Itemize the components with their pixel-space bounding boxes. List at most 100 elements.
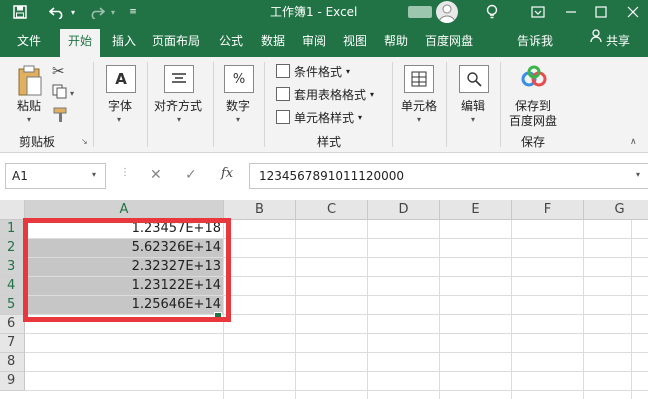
close-icon[interactable]	[622, 0, 644, 24]
column-header-f[interactable]: F	[512, 200, 584, 220]
search-icon[interactable]	[459, 65, 489, 93]
ribbon-divider	[264, 62, 265, 147]
redo-dropdown-icon[interactable]: ▾	[108, 0, 118, 24]
maximize-icon[interactable]	[590, 0, 612, 24]
font-dropdown-icon[interactable]: ▾	[117, 115, 121, 124]
lightbulb-icon[interactable]	[482, 0, 502, 24]
formula-bar: A1 ▾ ⋮ ✕ ✓ fx 1234567891011120000 ▾	[0, 153, 648, 198]
conditional-formatting-button[interactable]: 条件格式 ▾	[276, 62, 350, 80]
ribbon-divider	[147, 62, 148, 147]
column-header-e[interactable]: E	[440, 200, 512, 220]
tab-formulas[interactable]: 公式	[219, 32, 243, 49]
tab-review[interactable]: 审阅	[302, 32, 326, 49]
column-header-a[interactable]: A	[25, 200, 224, 220]
insert-function-icon[interactable]: fx	[221, 166, 233, 181]
copy-dropdown-icon[interactable]: ▾	[70, 89, 74, 98]
column-header-g[interactable]: G	[584, 200, 648, 220]
tab-file[interactable]: 文件	[17, 32, 41, 49]
save-icon[interactable]	[10, 0, 30, 24]
dialog-launcher-icon[interactable]: ↘	[81, 137, 88, 146]
column-header-d[interactable]: D	[368, 200, 440, 220]
tab-baidu-netdisk[interactable]: 百度网盘	[425, 32, 473, 49]
cells-icon[interactable]	[404, 65, 434, 93]
clipboard-group-label: 剪贴板	[19, 135, 56, 149]
name-box-value: A1	[12, 169, 28, 183]
ribbon-home: 粘贴 ▾ ✂ ▾ 剪贴板 ↘ A 字体 ▾ 对齐方式 ▾ % 数字 ▾ 条件格式…	[0, 57, 648, 153]
styles-group-label: 样式	[317, 135, 342, 149]
expand-formula-bar-icon[interactable]: ▾	[636, 170, 640, 179]
ribbon-tabs: 文件 开始 插入 页面布局 公式 数据 审阅 视图 帮助 百度网盘 告诉我 共享	[0, 24, 648, 57]
number-button[interactable]: 数字	[226, 97, 250, 114]
row-header-8[interactable]: 8	[0, 353, 25, 372]
ribbon-display-icon[interactable]	[528, 0, 548, 24]
tab-insert[interactable]: 插入	[112, 32, 136, 49]
row-header-6[interactable]: 6	[0, 315, 25, 334]
undo-dropdown-icon[interactable]: ▾	[68, 0, 78, 24]
format-as-table-label: 套用表格格式	[294, 87, 367, 102]
minimize-icon[interactable]	[560, 0, 582, 24]
chevron-down-icon: ▾	[358, 112, 363, 122]
title-bar: ▾ ▾ ≡ 工作簿1 - Excel	[0, 0, 648, 24]
column-header-b[interactable]: B	[224, 200, 296, 220]
share-icon[interactable]	[590, 29, 604, 47]
save-to-baidu-label: 百度网盘	[509, 114, 558, 128]
share-button[interactable]: 共享	[606, 32, 630, 49]
column-header-c[interactable]: C	[296, 200, 368, 220]
cell-styles-button[interactable]: 单元格样式 ▾	[276, 108, 362, 126]
conditional-formatting-icon	[276, 64, 290, 78]
font-icon[interactable]: A	[106, 65, 136, 93]
font-button[interactable]: 字体	[108, 97, 132, 114]
redo-icon[interactable]	[86, 0, 108, 24]
format-as-table-button[interactable]: 套用表格格式 ▾	[276, 85, 374, 103]
baidu-netdisk-icon[interactable]	[520, 65, 548, 93]
customize-toolbar-icon[interactable]: ≡	[126, 0, 140, 24]
row-header-3[interactable]: 3	[0, 258, 25, 277]
row-header-1[interactable]: 1	[0, 220, 25, 239]
percent-icon[interactable]: %	[224, 65, 254, 93]
tab-data[interactable]: 数据	[261, 32, 285, 49]
format-painter-icon[interactable]	[53, 107, 67, 127]
cells-dropdown-icon[interactable]: ▾	[417, 115, 421, 124]
row-header-4[interactable]: 4	[0, 277, 25, 296]
tab-view[interactable]: 视图	[343, 32, 367, 49]
cancel-icon[interactable]: ✕	[150, 167, 162, 183]
alignment-dropdown-icon[interactable]: ▾	[177, 115, 181, 124]
ribbon-divider	[93, 62, 94, 147]
paste-icon[interactable]	[17, 65, 43, 101]
account-name	[408, 6, 432, 18]
tell-me-search[interactable]: 告诉我	[517, 32, 553, 49]
window-title: 工作簿1 - Excel	[270, 5, 358, 19]
select-all-corner[interactable]	[0, 200, 25, 220]
row-header-9[interactable]: 9	[0, 372, 25, 391]
cells-button[interactable]: 单元格	[401, 97, 437, 114]
paste-dropdown-icon[interactable]: ▾	[27, 115, 31, 124]
row-header-5[interactable]: 5	[0, 296, 25, 315]
format-as-table-icon	[276, 87, 290, 101]
editing-button[interactable]: 编辑	[461, 97, 485, 114]
formula-bar-grip-icon: ⋮	[120, 167, 130, 178]
chevron-down-icon: ▾	[346, 66, 351, 76]
chevron-down-icon: ▾	[370, 89, 375, 99]
name-box[interactable]: A1	[5, 163, 106, 189]
tab-page-layout[interactable]: 页面布局	[152, 32, 200, 49]
row-header-2[interactable]: 2	[0, 239, 25, 258]
enter-icon[interactable]: ✓	[185, 167, 197, 183]
copy-icon[interactable]	[52, 84, 68, 103]
number-dropdown-icon[interactable]: ▾	[236, 115, 240, 124]
tab-home[interactable]: 开始	[60, 29, 101, 57]
ribbon-divider	[213, 62, 214, 147]
save-group-label: 保存	[521, 135, 546, 149]
highlight-annotation	[23, 218, 231, 322]
collapse-ribbon-icon[interactable]: ∧	[630, 137, 637, 147]
paste-button[interactable]: 粘贴	[17, 97, 41, 114]
name-box-dropdown-icon[interactable]: ▾	[92, 170, 96, 179]
tab-help[interactable]: 帮助	[384, 32, 408, 49]
undo-icon[interactable]	[46, 0, 68, 24]
alignment-icon[interactable]	[164, 65, 194, 93]
row-header-7[interactable]: 7	[0, 334, 25, 353]
avatar[interactable]	[436, 1, 458, 23]
editing-dropdown-icon[interactable]: ▾	[471, 115, 475, 124]
alignment-button[interactable]: 对齐方式	[154, 97, 202, 114]
formula-input[interactable]: 1234567891011120000	[249, 163, 648, 189]
cut-icon[interactable]: ✂	[52, 62, 65, 80]
